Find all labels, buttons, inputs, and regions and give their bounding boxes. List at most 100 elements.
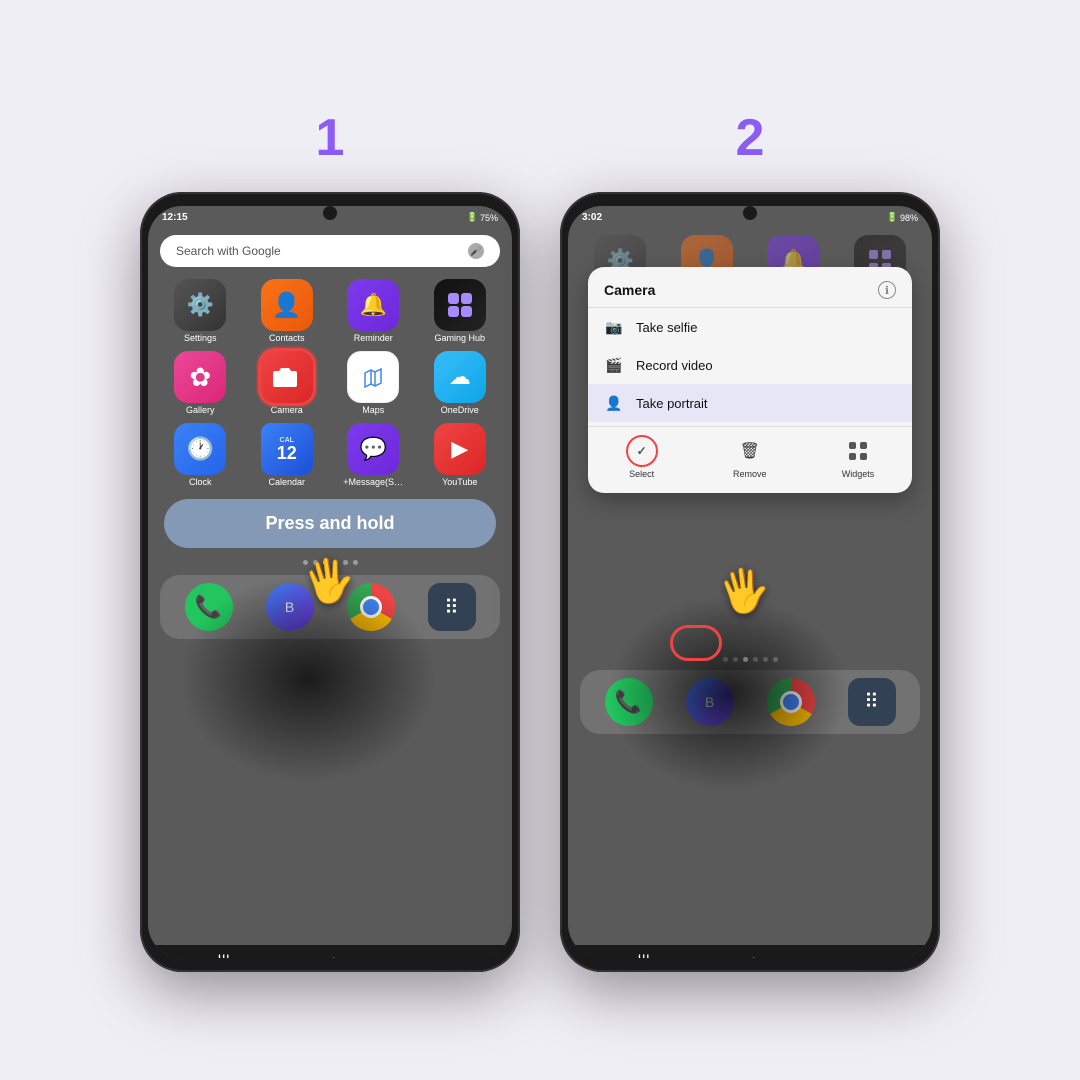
context-portrait-text: Take portrait bbox=[636, 396, 708, 411]
phone-1-time: 12:15 bbox=[162, 212, 188, 223]
action-select[interactable]: ✓ Select bbox=[626, 435, 658, 479]
phone-2-screen: 3:02 🔋98% Camera ℹ bbox=[568, 206, 932, 958]
phone-2-notch bbox=[743, 206, 757, 220]
chrome-inner-2 bbox=[780, 691, 802, 713]
context-selfie-text: Take selfie bbox=[636, 320, 697, 335]
dock-chrome-2[interactable] bbox=[767, 678, 815, 726]
dock-apps-2[interactable]: ⠿ bbox=[848, 678, 896, 726]
context-title-row: Camera ℹ bbox=[588, 277, 912, 308]
select-icon: ✓ bbox=[626, 435, 658, 467]
phone-2-home: Camera ℹ 📷 Take selfie 🎬 Record video bbox=[568, 227, 932, 958]
step-2-column: 2 3:02 🔋98% bbox=[560, 108, 940, 972]
app-camera-1[interactable]: Camera bbox=[247, 351, 328, 415]
app-gallery-1[interactable]: ✿ Gallery bbox=[160, 351, 241, 415]
context-selfie-icon: 📷 bbox=[604, 317, 624, 337]
app-settings-icon: ⚙️ bbox=[174, 279, 226, 331]
app-gaming-hub-1[interactable]: Gaming Hub bbox=[420, 279, 501, 343]
app-onedrive-1[interactable]: ☁ OneDrive bbox=[420, 351, 501, 415]
home-btn-1[interactable]: ○ bbox=[329, 953, 339, 958]
context-menu: Camera ℹ 📷 Take selfie 🎬 Record video bbox=[588, 267, 912, 493]
app-clock-1[interactable]: 🕐 Clock bbox=[160, 423, 241, 487]
app-clock-label: Clock bbox=[189, 477, 212, 487]
app-maps-label: Maps bbox=[362, 405, 384, 415]
phone-1-home: Search with Google 🎤 ⚙️ Settings bbox=[148, 227, 512, 958]
context-item-selfie[interactable]: 📷 Take selfie bbox=[588, 308, 912, 346]
home-btn-2[interactable]: ○ bbox=[749, 953, 759, 958]
context-video-icon: 🎬 bbox=[604, 355, 624, 375]
dock-bixby-2[interactable]: B bbox=[686, 678, 734, 726]
phone-2-outer: 3:02 🔋98% Camera ℹ bbox=[560, 192, 940, 972]
app-reminder-icon: 🔔 bbox=[347, 279, 399, 331]
phone-1-app-row-3: 🕐 Clock CAL 12 Calendar bbox=[148, 419, 512, 491]
app-youtube-1[interactable]: ▶ YouTube bbox=[420, 423, 501, 487]
app-gallery-icon: ✿ bbox=[174, 351, 226, 403]
context-item-portrait[interactable]: 👤 Take portrait bbox=[588, 384, 912, 422]
phone-1-search-bar[interactable]: Search with Google 🎤 bbox=[160, 235, 500, 267]
remove-label: Remove bbox=[733, 469, 767, 479]
remove-icon: 🗑 bbox=[734, 435, 766, 467]
hand-cursor-2: 🖐 bbox=[714, 563, 774, 620]
phone-1-search-text: Search with Google bbox=[176, 244, 281, 258]
context-action-row: ✓ Select 🗑 Remove bbox=[588, 431, 912, 483]
context-info-icon[interactable]: ℹ bbox=[878, 281, 896, 299]
step-2-number: 2 bbox=[736, 108, 765, 168]
dock-chrome-1[interactable] bbox=[347, 583, 395, 631]
app-camera-icon bbox=[261, 351, 313, 403]
step-1-column: 1 12:15 🔋75% Sear bbox=[140, 108, 520, 972]
recent-btn-1[interactable]: ||| bbox=[217, 953, 229, 958]
dot bbox=[333, 560, 338, 565]
app-camera-label: Camera bbox=[271, 405, 303, 415]
app-maps-1[interactable]: Maps bbox=[333, 351, 414, 415]
context-item-video[interactable]: 🎬 Record video bbox=[588, 346, 912, 384]
app-message-label: +Message(SM... bbox=[343, 477, 403, 487]
action-remove[interactable]: 🗑 Remove bbox=[733, 435, 767, 479]
phone-1-outer: 12:15 🔋75% Search with Google 🎤 bbox=[140, 192, 520, 972]
app-contacts-label: Contacts bbox=[269, 333, 305, 343]
dot-active bbox=[323, 560, 328, 565]
app-calendar-icon: CAL 12 bbox=[261, 423, 313, 475]
app-reminder[interactable]: 🔔 Reminder bbox=[333, 279, 414, 343]
app-gaming-icon bbox=[434, 279, 486, 331]
phone-1-mic-icon: 🎤 bbox=[468, 243, 484, 259]
press-hold-label: Press and hold bbox=[164, 499, 496, 548]
back-btn-1[interactable]: ‹ bbox=[437, 953, 442, 958]
dot bbox=[773, 657, 778, 662]
phone-2: 3:02 🔋98% Camera ℹ bbox=[560, 192, 940, 972]
app-youtube-icon: ▶ bbox=[434, 423, 486, 475]
app-clock-icon: 🕐 bbox=[174, 423, 226, 475]
dock-phone-1[interactable]: 📞 bbox=[185, 583, 233, 631]
app-message-1[interactable]: 💬 +Message(SM... bbox=[333, 423, 414, 487]
phone-2-dots bbox=[568, 657, 932, 662]
context-portrait-icon: 👤 bbox=[604, 393, 624, 413]
press-hold-text: Press and hold bbox=[265, 513, 394, 533]
app-contacts[interactable]: 👤 Contacts bbox=[247, 279, 328, 343]
app-gaming-label: Gaming Hub bbox=[434, 333, 485, 343]
dot bbox=[723, 657, 728, 662]
action-widgets[interactable]: Widgets bbox=[842, 435, 875, 479]
widgets-icon bbox=[842, 435, 874, 467]
dot bbox=[733, 657, 738, 662]
phone-1-dock: 📞 B ⠿ bbox=[160, 575, 500, 639]
phone-1-nav: ||| ○ ‹ bbox=[148, 945, 512, 958]
phone-1-app-row-1: ⚙️ Settings 👤 Contacts 🔔 Reminder bbox=[148, 275, 512, 347]
dock-apps-1[interactable]: ⠿ bbox=[428, 583, 476, 631]
dock-bixby-1[interactable]: B bbox=[266, 583, 314, 631]
app-youtube-label: YouTube bbox=[442, 477, 477, 487]
app-gallery-label: Gallery bbox=[186, 405, 215, 415]
phone-2-dock: 📞 B ⠿ bbox=[580, 670, 920, 734]
context-video-text: Record video bbox=[636, 358, 713, 373]
dot bbox=[343, 560, 348, 565]
back-btn-2[interactable]: ‹ bbox=[857, 953, 862, 958]
widgets-label: Widgets bbox=[842, 469, 875, 479]
recent-btn-2[interactable]: ||| bbox=[637, 953, 649, 958]
app-onedrive-icon: ☁ bbox=[434, 351, 486, 403]
app-settings[interactable]: ⚙️ Settings bbox=[160, 279, 241, 343]
app-contacts-icon: 👤 bbox=[261, 279, 313, 331]
app-reminder-label: Reminder bbox=[354, 333, 393, 343]
chrome-inner bbox=[360, 596, 382, 618]
app-message-icon: 💬 bbox=[347, 423, 399, 475]
phone-1-app-row-2: ✿ Gallery bbox=[148, 347, 512, 419]
step-1-number: 1 bbox=[316, 108, 345, 168]
app-calendar-1[interactable]: CAL 12 Calendar bbox=[247, 423, 328, 487]
dock-phone-2[interactable]: 📞 bbox=[605, 678, 653, 726]
